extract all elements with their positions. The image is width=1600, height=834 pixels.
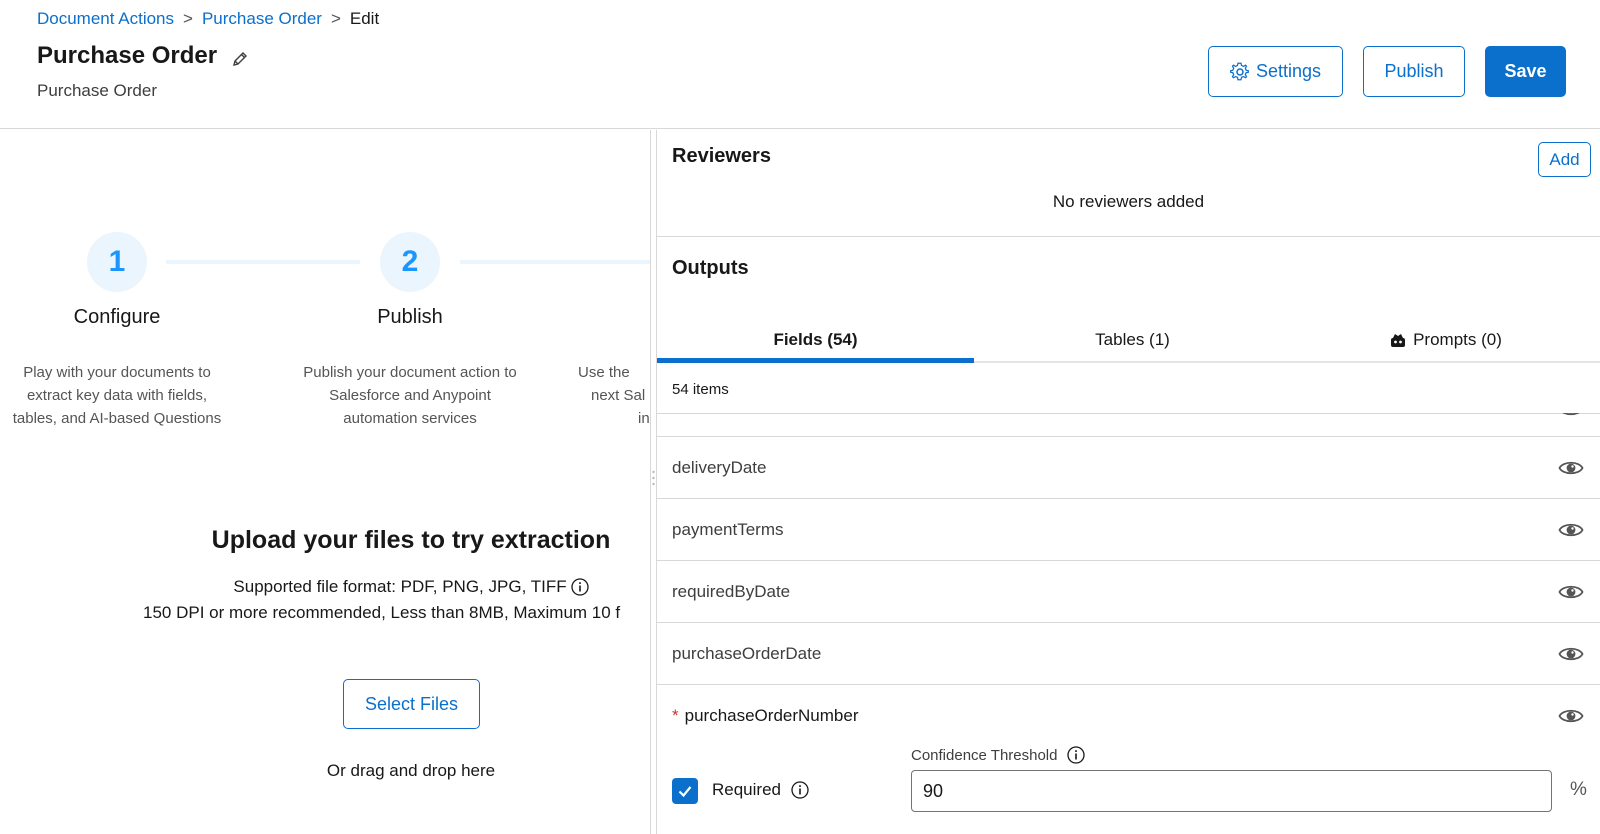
- drag-handle-icon: [652, 470, 655, 486]
- upload-format: Supported file format: PDF, PNG, JPG, TI…: [0, 577, 650, 597]
- right-panel: Reviewers Add No reviewers added Outputs…: [657, 130, 1600, 834]
- page-title: Purchase Order: [37, 42, 249, 70]
- field-name: purchaseOrderDate: [672, 643, 822, 663]
- tab-prompts[interactable]: Prompts (0): [1291, 315, 1600, 365]
- step-2-description: Publish your document action to Salesfor…: [303, 364, 517, 427]
- page-header: Document Actions > Purchase Order > Edit…: [0, 0, 1600, 129]
- items-count: 54 items: [672, 381, 729, 398]
- step-1-description: Play with your documents to extract key …: [12, 364, 222, 427]
- settings-button[interactable]: Settings: [1208, 46, 1343, 97]
- percent-sign: %: [1570, 779, 1587, 800]
- field-row[interactable]: purchaseOrderDate: [657, 623, 1600, 685]
- field-row[interactable]: deliveryDate: [657, 437, 1600, 499]
- field-row-partial: [657, 397, 1600, 437]
- field-name: deliveryDate: [672, 457, 767, 477]
- breadcrumb-separator: >: [183, 9, 193, 28]
- required-label: Required: [712, 780, 809, 800]
- required-checkbox[interactable]: [672, 778, 698, 804]
- drag-drop-text: Or drag and drop here: [326, 761, 496, 780]
- field-row[interactable]: requiredByDate: [657, 561, 1600, 623]
- section-divider: [657, 236, 1600, 237]
- step-2-title: Publish: [377, 306, 443, 328]
- eye-icon[interactable]: [1558, 456, 1584, 480]
- step-2-circle: 2: [380, 232, 440, 292]
- page-subtitle: Purchase Order: [37, 81, 157, 100]
- eye-icon[interactable]: [1558, 397, 1584, 421]
- settings-label: Settings: [1255, 61, 1322, 81]
- info-icon[interactable]: [791, 781, 809, 799]
- step-3-description: Use the next Sal in: [578, 364, 650, 427]
- info-icon[interactable]: [1067, 746, 1086, 764]
- add-reviewer-button[interactable]: Add: [1538, 142, 1591, 177]
- step-connector: [460, 260, 650, 264]
- field-name: purchaseOrderNumber: [684, 706, 859, 725]
- outputs-heading: Outputs: [672, 257, 749, 279]
- breadcrumb-purchase-order[interactable]: Purchase Order: [202, 9, 322, 29]
- save-button[interactable]: Save: [1485, 46, 1566, 97]
- confidence-threshold-input[interactable]: [911, 770, 1552, 812]
- left-panel: 1 2 Configure Publish Play with your doc…: [0, 130, 650, 834]
- field-row-expanded[interactable]: * purchaseOrderNumber: [657, 685, 1600, 747]
- checkmark-icon: [678, 786, 692, 798]
- info-icon[interactable]: [570, 578, 589, 596]
- confidence-threshold-label: Confidence Threshold: [911, 746, 1086, 764]
- field-row[interactable]: paymentTerms: [657, 499, 1600, 561]
- breadcrumb-document-actions[interactable]: Document Actions: [37, 9, 174, 29]
- eye-icon[interactable]: [1558, 580, 1584, 604]
- reviewers-heading: Reviewers: [672, 145, 771, 167]
- upload-title: Upload your files to try extraction: [211, 526, 611, 554]
- upload-requirements: 150 DPI or more recommended, Less than 8…: [143, 603, 621, 622]
- panel-resize-handle[interactable]: [650, 130, 657, 834]
- pencil-icon[interactable]: [231, 47, 249, 66]
- required-star: *: [672, 706, 679, 725]
- step-connector: [166, 260, 360, 264]
- page-title-text: Purchase Order: [37, 42, 218, 69]
- no-reviewers-text: No reviewers added: [1052, 192, 1205, 211]
- step-1-circle: 1: [87, 232, 147, 292]
- active-tab-indicator: [657, 358, 974, 363]
- select-files-button[interactable]: Select Files: [343, 679, 480, 729]
- gear-icon: [1230, 62, 1249, 80]
- breadcrumb-current: Edit: [349, 9, 380, 28]
- field-name: paymentTerms: [672, 519, 784, 539]
- field-name: requiredByDate: [672, 581, 791, 601]
- tab-tables[interactable]: Tables (1): [974, 315, 1291, 365]
- robot-icon: [1391, 334, 1406, 347]
- breadcrumb: Document Actions > Purchase Order > Edit: [37, 9, 379, 29]
- eye-icon[interactable]: [1558, 704, 1584, 728]
- publish-button[interactable]: Publish: [1363, 46, 1465, 97]
- eye-icon[interactable]: [1558, 518, 1584, 542]
- step-1-title: Configure: [73, 306, 161, 328]
- breadcrumb-separator: >: [330, 9, 341, 28]
- eye-icon[interactable]: [1558, 642, 1584, 666]
